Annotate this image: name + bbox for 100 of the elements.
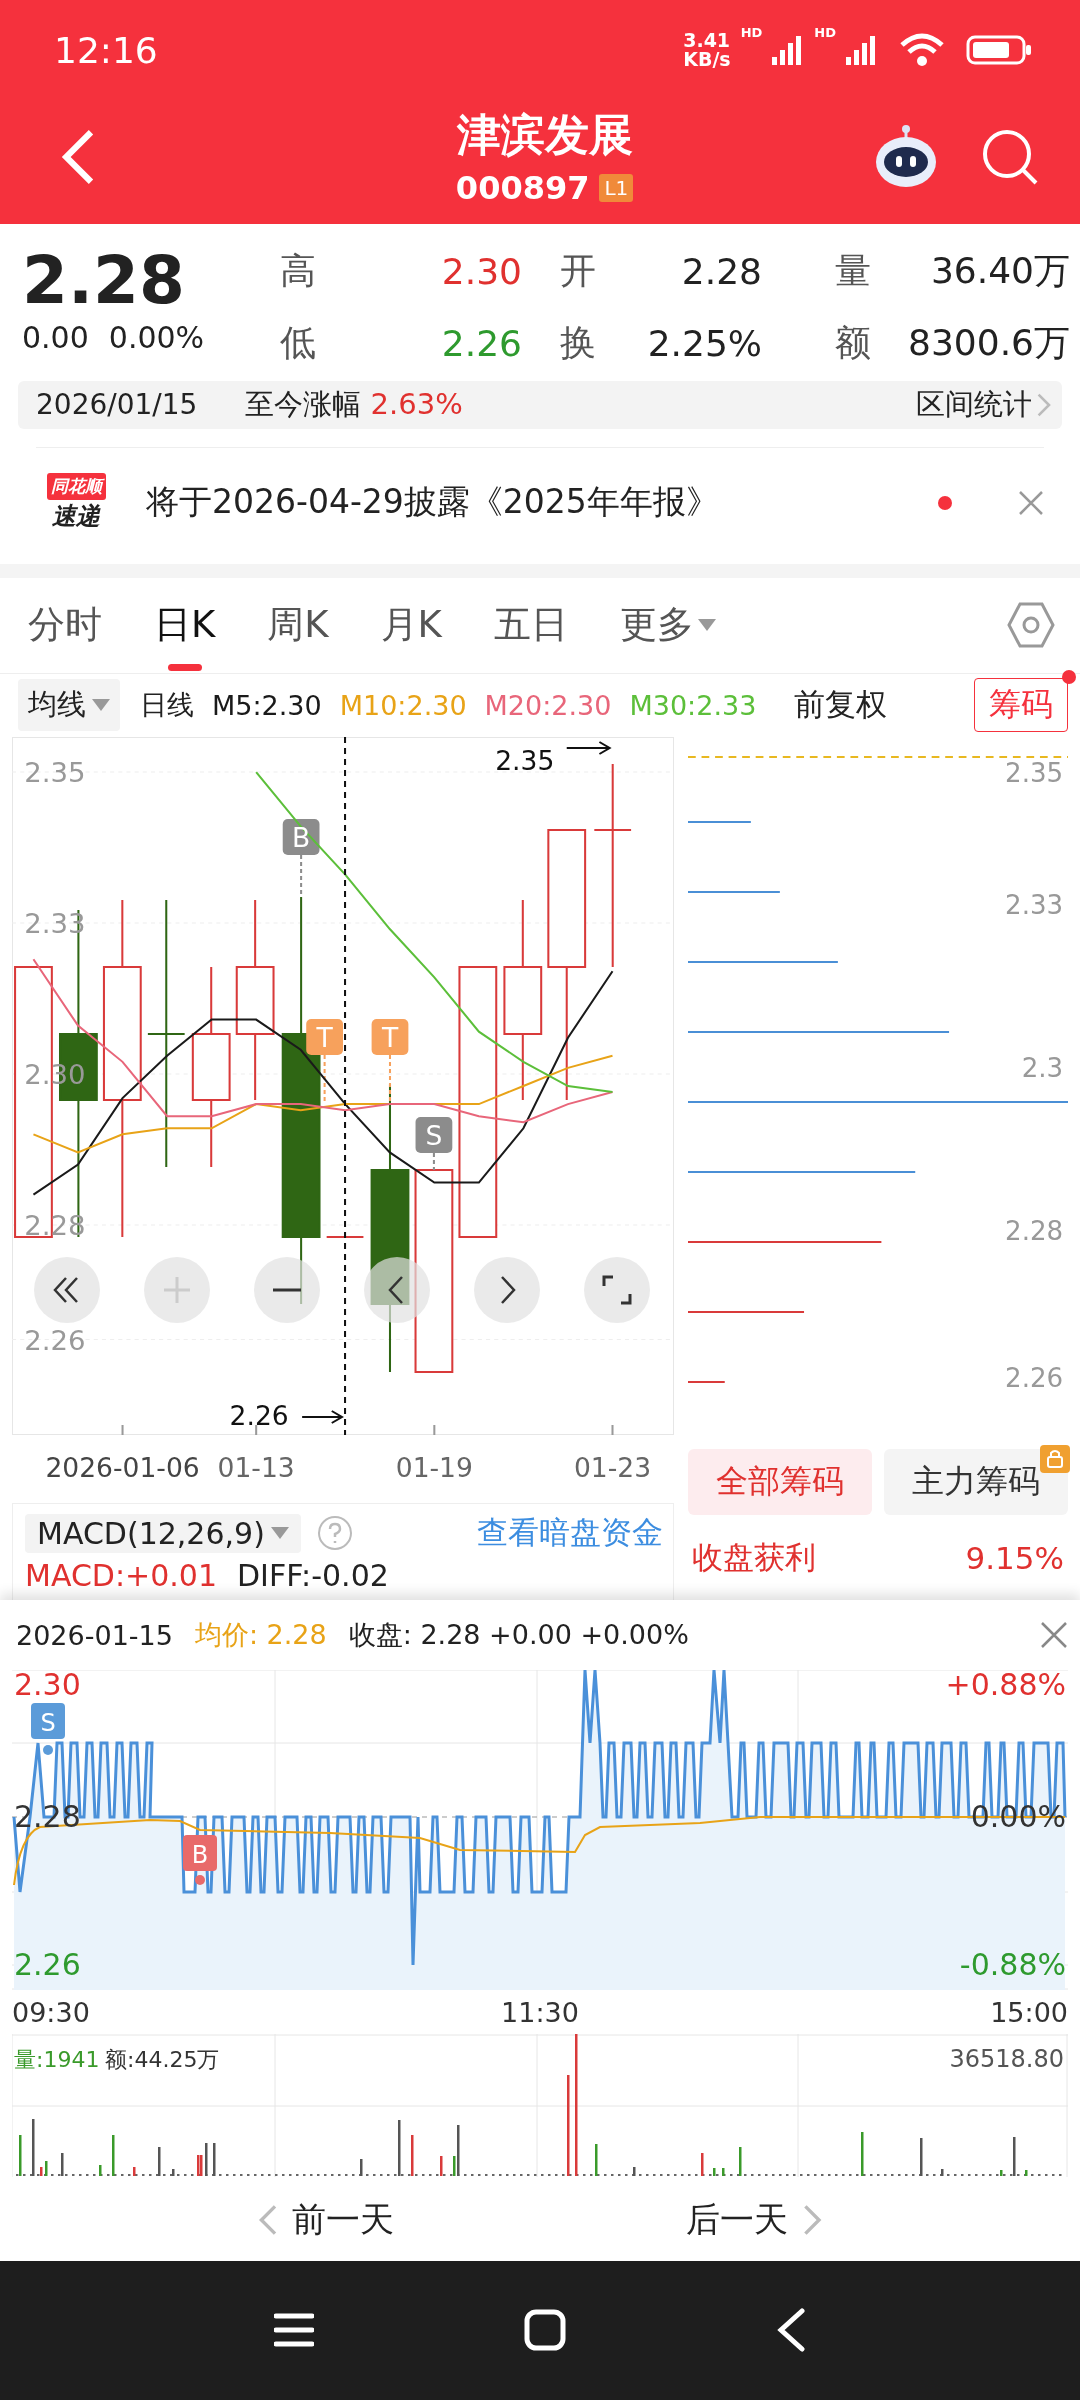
time-axis-label: 09:30 [12, 1996, 90, 2028]
moving-average-value: M5:2.30 [212, 689, 322, 721]
menu-icon [274, 2312, 314, 2349]
level-badge: L1 [599, 174, 634, 203]
time-axis-label: 11:30 [501, 1996, 579, 2028]
chevron-right-icon [1036, 391, 1052, 418]
network-type-label: HD [814, 25, 836, 40]
chips-button[interactable]: 筹码 [974, 678, 1068, 733]
settings-button[interactable] [1006, 600, 1056, 651]
chart-tab[interactable]: 五日 [493, 578, 568, 673]
caret-icon [697, 619, 716, 632]
battery-icon [966, 34, 1032, 66]
date-axis-label: 01-13 [217, 1453, 295, 1484]
signal-label: S [425, 1121, 443, 1152]
stat-label: 量 [835, 249, 871, 294]
price-axis-label: 2.28 [1005, 1214, 1064, 1247]
price-axis-label: 2.26 [14, 1947, 81, 1983]
trade-marker-label: S [40, 1709, 56, 1738]
average-price: 均价: 2.28 [194, 1618, 327, 1653]
chevron-left-icon [257, 2203, 279, 2238]
signal-icon [846, 35, 878, 65]
caret-icon [270, 1527, 289, 1540]
current-price: 2.28 [22, 241, 186, 320]
chart-tab[interactable]: 周K [267, 578, 329, 673]
minus-icon [270, 1288, 304, 1293]
arrow-icon [302, 1410, 344, 1425]
trade-marker-label: B [191, 1841, 209, 1870]
stat-label: 额 [835, 320, 871, 365]
help-icon [316, 1515, 353, 1552]
close-price: 收盘: 2.28 +0.00 +0.00% [348, 1618, 690, 1653]
chart-tab[interactable]: 更多 [619, 578, 716, 673]
close-icon [1040, 1621, 1068, 1650]
close-button[interactable] [1040, 1621, 1068, 1650]
notice-text[interactable]: 将于2026-04-29披露《2025年年报》 [146, 480, 908, 526]
range-stats-link[interactable]: 区间统计 [916, 384, 1052, 425]
price-axis-label: 2.35 [1005, 756, 1064, 789]
price-axis-label: 2.26 [24, 1325, 86, 1356]
time-axis-label: 15:00 [990, 1996, 1068, 2028]
stat-label: 换 [560, 320, 596, 365]
home-button[interactable] [524, 2309, 566, 2352]
chart-tab[interactable]: 分时 [28, 578, 102, 673]
indicator-dropdown[interactable]: 均线 [18, 679, 120, 732]
price-axis-label: 2.33 [1005, 888, 1064, 921]
price-axis-label: 2.30 [14, 1670, 81, 1703]
indicator-dropdown[interactable]: MACD(12,26,9) [25, 1513, 301, 1553]
stat-label: 开 [560, 249, 596, 294]
signal-label: T [381, 1023, 399, 1054]
price-axis-label: 2.26 [1005, 1361, 1064, 1394]
percent-axis-label: +0.88% [945, 1670, 1066, 1703]
stock-code: 000897 [455, 169, 590, 208]
price-change: 0.00 [22, 319, 89, 355]
stock-name: 津滨发展 [456, 108, 633, 163]
high-price-marker: 2.35 [495, 746, 555, 777]
stat-value: 36.40万 [930, 249, 1070, 294]
stat-value: 2.26 [441, 322, 522, 364]
caret-icon [92, 699, 110, 712]
previous-day-button[interactable]: 前一天 [257, 2197, 395, 2244]
menu-button[interactable] [274, 2312, 314, 2349]
moving-average-value: M30:2.33 [629, 689, 757, 721]
stat-label: 高 [280, 249, 316, 294]
next-day-button[interactable]: 后一天 [685, 2197, 823, 2244]
price-axis-label: 2.35 [24, 757, 86, 789]
close-icon [1018, 489, 1044, 516]
settings-icon [1006, 600, 1056, 651]
percent-change: 0.00% [108, 319, 205, 355]
expand-icon [600, 1273, 634, 1308]
volume-label: 量:1941 [14, 2047, 100, 2073]
period-label: 日线 [140, 688, 194, 723]
range-date: 2026/01/15 [36, 388, 198, 422]
back-icon [776, 2308, 806, 2353]
macd-value: MACD:+0.01 [25, 1558, 217, 1594]
wifi-icon [900, 33, 944, 67]
chart-tab[interactable]: 月K [380, 578, 442, 673]
signal-label: B [292, 823, 311, 854]
back-button[interactable] [776, 2308, 806, 2353]
stat-value: 2.25% [647, 322, 762, 364]
profit-value: 9.15% [965, 1540, 1064, 1577]
date-axis-label: 2026-01-06 [45, 1453, 200, 1484]
chevron-right-icon [801, 2203, 823, 2238]
low-price-marker: 2.26 [229, 1401, 289, 1432]
max-volume-label: 36518.80 [949, 2045, 1064, 2074]
chip-tab[interactable]: 全部筹码 [688, 1449, 872, 1516]
date-axis-label: 01-19 [395, 1453, 473, 1484]
price-axis-label: 2.3 [1021, 1051, 1064, 1084]
signal-label: T [316, 1023, 333, 1054]
home-icon [524, 2309, 566, 2352]
network-type-label: HD [740, 25, 763, 40]
moving-average-value: M10:2.30 [339, 689, 467, 721]
stat-value: 8300.6万 [908, 320, 1070, 365]
stat-label: 低 [280, 320, 316, 365]
date-axis-label: 01-23 [573, 1453, 652, 1484]
clock: 12:16 [54, 29, 158, 71]
adjustment-label[interactable]: 前复权 [794, 684, 888, 727]
close-button[interactable] [1018, 489, 1044, 516]
news-badge: 同花顺 速递 [36, 473, 116, 533]
network-speed: 3.41 KB/s [683, 31, 731, 69]
stat-value: 2.28 [681, 251, 762, 293]
candle [326, 1236, 364, 1239]
chart-tab[interactable]: 日K [154, 578, 216, 673]
moving-average-value: M20:2.30 [484, 689, 612, 721]
